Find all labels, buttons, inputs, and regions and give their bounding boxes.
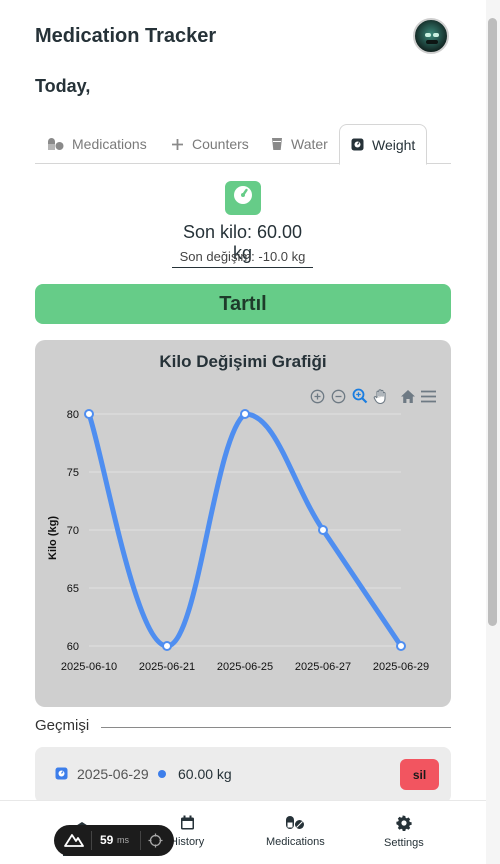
- nav-label: Medications: [266, 836, 325, 848]
- history-divider: [101, 727, 451, 728]
- data-point[interactable]: [396, 641, 406, 651]
- app-screen: Medication Tracker Today, Medications Co…: [0, 0, 486, 864]
- nav-label: History: [170, 836, 205, 848]
- nav-label: Settings: [384, 837, 424, 849]
- tab-water[interactable]: Water: [271, 124, 328, 164]
- today-label: Today,: [35, 76, 91, 96]
- history-dot: [158, 770, 166, 778]
- history-date: 2025-06-29: [77, 766, 149, 782]
- weight-scale-icon: [224, 180, 262, 216]
- perf-unit: ms: [117, 835, 129, 845]
- tab-label: Medications: [72, 136, 147, 152]
- logo-icon: [64, 832, 84, 853]
- weigh-button[interactable]: Tartıl: [35, 284, 451, 324]
- x-tick-label: 2025-06-21: [139, 661, 195, 673]
- last-change-text: Son değişim: -10.0 kg: [179, 249, 306, 264]
- nav-medications[interactable]: Medications: [266, 815, 325, 848]
- history-heading: Geçmişi: [35, 717, 90, 734]
- tab-medications[interactable]: Medications: [47, 124, 147, 164]
- y-tick-label: 70: [67, 525, 79, 537]
- nav-settings[interactable]: Settings: [384, 815, 424, 849]
- history-value: 60.00 kg: [178, 766, 232, 782]
- avatar[interactable]: [413, 18, 449, 54]
- nav-history[interactable]: History: [170, 815, 204, 848]
- data-point[interactable]: [84, 409, 94, 419]
- pills-icon: [285, 815, 305, 833]
- x-tick-label: 2025-06-29: [373, 661, 429, 673]
- pills-icon: [47, 137, 64, 151]
- performance-widget[interactable]: 59 ms: [54, 825, 174, 856]
- data-point[interactable]: [318, 525, 328, 535]
- scrollbar-thumb[interactable]: [488, 18, 497, 626]
- delete-button[interactable]: sil: [400, 759, 439, 790]
- crosshair-icon[interactable]: [148, 833, 163, 853]
- data-point[interactable]: [162, 641, 172, 651]
- weight-line-chart: Kilo (kg) 60 65 70 75 80 2025-06-10 2025-06-2…: [47, 409, 429, 673]
- gear-icon: [396, 815, 412, 834]
- perf-value: 59: [100, 833, 114, 847]
- tab-label: Water: [291, 136, 328, 152]
- history-item: 2025-06-29 60.00 kg sil: [35, 747, 451, 803]
- x-tick-label: 2025-06-25: [217, 661, 273, 673]
- x-tick-label: 2025-06-27: [295, 661, 351, 673]
- data-point[interactable]: [240, 409, 250, 419]
- weight-scale-icon: [351, 138, 364, 151]
- calendar-icon: [180, 815, 195, 833]
- y-tick-label: 80: [67, 409, 79, 421]
- tab-bar: Medications Counters Water Weight: [35, 124, 451, 165]
- y-tick-label: 75: [67, 467, 79, 479]
- weight-scale-icon: [55, 767, 68, 785]
- tab-weight[interactable]: Weight: [339, 124, 428, 165]
- tab-counters[interactable]: Counters: [171, 124, 249, 164]
- plus-icon: [171, 138, 184, 151]
- x-tick-label: 2025-06-10: [61, 661, 117, 673]
- tab-label: Weight: [372, 136, 416, 153]
- app-title: Medication Tracker: [35, 25, 217, 47]
- water-glass-icon: [271, 137, 283, 151]
- y-axis-label: Kilo (kg): [47, 516, 59, 560]
- weight-chart-card: Kilo Değişimi Grafiği Kilo (kg) 60 65 70…: [35, 340, 451, 707]
- tab-label: Counters: [192, 136, 249, 152]
- y-tick-label: 65: [67, 583, 79, 595]
- y-tick-label: 60: [67, 641, 79, 653]
